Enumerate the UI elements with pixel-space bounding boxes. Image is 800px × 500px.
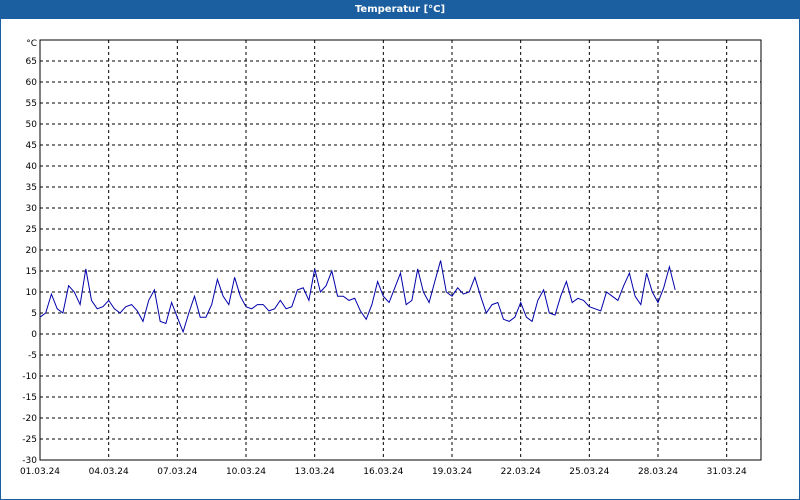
chart-window: Temperatur [°C] -30 -25 -20 -15 -10 -5 0 5 10 15 2… <box>0 0 800 500</box>
y-tick-label: 35 <box>26 183 37 193</box>
y-tick-label: 15 <box>26 267 37 277</box>
y-tick-label: 55 <box>26 99 37 109</box>
y-tick-label: 20 <box>26 246 38 256</box>
y-tick-label: 45 <box>26 141 37 151</box>
y-tick-label: -10 <box>22 372 37 382</box>
y-tick-label: 40 <box>26 162 38 172</box>
x-tick-label: 13.03.24 <box>295 467 335 477</box>
y-tick-label: -20 <box>22 414 37 424</box>
y-tick-label: 65 <box>26 57 37 67</box>
x-tick-label: 04.03.24 <box>89 467 129 477</box>
y-tick-label: -25 <box>22 435 37 445</box>
x-tick-label: 01.03.24 <box>20 467 60 477</box>
window-title: Temperatur [°C] <box>1 1 799 19</box>
x-tick-label: 28.03.24 <box>638 467 678 477</box>
x-tick-label: 19.03.24 <box>432 467 472 477</box>
x-tick-label: 07.03.24 <box>157 467 197 477</box>
y-tick-label: 60 <box>26 78 38 88</box>
y-tick-label: 25 <box>26 225 37 235</box>
x-tick-label: 16.03.24 <box>363 467 403 477</box>
y-tick-label: 0 <box>31 330 37 340</box>
x-tick-label: 31.03.24 <box>707 467 747 477</box>
y-tick-label: 30 <box>26 204 38 214</box>
x-tick-label: 25.03.24 <box>569 467 609 477</box>
y-tick-label: -30 <box>22 456 37 466</box>
y-unit-label: °C <box>26 39 37 49</box>
temperature-chart: -30 -25 -20 -15 -10 -5 0 5 10 15 20 25 30 35 40 45 50 55 6… <box>20 39 762 477</box>
x-tick-label: 10.03.24 <box>226 467 266 477</box>
y-tick-label: 10 <box>26 288 38 298</box>
y-tick-label: -15 <box>22 393 37 403</box>
y-tick-label: 50 <box>26 120 38 130</box>
y-tick-label: 5 <box>31 309 37 319</box>
x-tick-label: 22.03.24 <box>501 467 541 477</box>
y-tick-label: -5 <box>28 351 37 361</box>
